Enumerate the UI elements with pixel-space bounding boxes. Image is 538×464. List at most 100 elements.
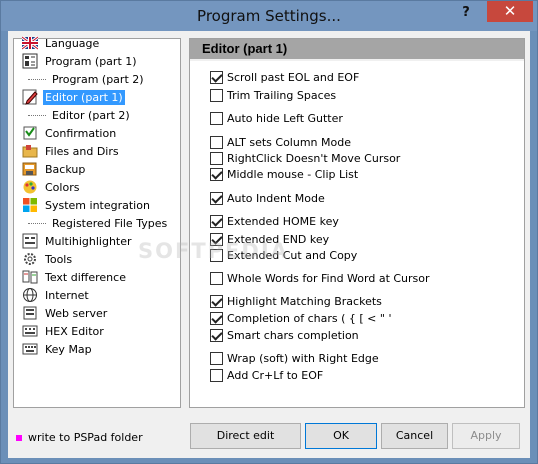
options-list: Scroll past EOL and EOF Trim Trailing Spa… bbox=[190, 61, 524, 407]
tree-item-label: Registered File Types bbox=[52, 216, 168, 230]
option-smart-chars-completion[interactable]: Smart chars completion bbox=[210, 327, 359, 343]
tree-item-label: Language bbox=[45, 36, 100, 50]
text-difference-icon bbox=[22, 269, 38, 285]
checkbox[interactable] bbox=[210, 70, 223, 84]
tree-item-label: Multihighlighter bbox=[45, 234, 132, 248]
checkbox[interactable] bbox=[210, 88, 223, 102]
web-server-icon bbox=[22, 305, 38, 321]
option-label: Add Cr+Lf to EOF bbox=[227, 368, 324, 382]
option-middle-mouse-clip-list[interactable]: Middle mouse - Clip List bbox=[210, 166, 358, 182]
checkbox[interactable] bbox=[210, 271, 223, 285]
panel-title: Editor (part 1) bbox=[190, 39, 524, 59]
title-bar[interactable]: Program Settings... ? ✕ bbox=[1, 1, 537, 31]
tree-item-label: Editor (part 2) bbox=[52, 108, 130, 122]
folder-note: write to PSPad folder bbox=[16, 431, 143, 444]
option-label: Wrap (soft) with Right Edge bbox=[227, 351, 379, 365]
tree-item-label: Colors bbox=[45, 180, 80, 194]
option-extended-home-key[interactable]: Extended HOME key bbox=[210, 213, 339, 229]
option-whole-words-for-find-word-at-cursor[interactable]: Whole Words for Find Word at Cursor bbox=[210, 270, 430, 286]
settings-panel: Editor (part 1) Scroll past EOL and EOF T… bbox=[189, 38, 525, 408]
tree-item-confirmation[interactable]: Confirmation bbox=[22, 124, 118, 142]
tree-item-multihighlighter[interactable]: Multihighlighter bbox=[22, 232, 134, 250]
option-alt-sets-column-mode[interactable]: ALT sets Column Mode bbox=[210, 134, 351, 150]
settings-category-tree[interactable]: Language Program (part 1) Program (part 2)… bbox=[13, 35, 181, 408]
option-label: Extended Cut and Copy bbox=[227, 248, 358, 262]
tree-item-language[interactable]: Language bbox=[21, 34, 101, 52]
tree-item-registered-file-types[interactable]: Registered File Types bbox=[22, 214, 169, 232]
tree-item-label: Program (part 2) bbox=[52, 72, 144, 86]
windows-logo-icon bbox=[22, 197, 38, 213]
option-trim-trailing-spaces[interactable]: Trim Trailing Spaces bbox=[210, 87, 336, 103]
option-auto-hide-left-gutter[interactable]: Auto hide Left Gutter bbox=[210, 110, 343, 126]
option-label: Middle mouse - Clip List bbox=[227, 167, 359, 181]
backup-icon bbox=[22, 161, 38, 177]
checkbox[interactable] bbox=[210, 328, 223, 342]
option-label: ALT sets Column Mode bbox=[227, 135, 351, 149]
multihighlighter-icon bbox=[22, 233, 38, 249]
option-add-cr-lf-to-eof[interactable]: Add Cr+Lf to EOF bbox=[210, 367, 323, 383]
checkbox[interactable] bbox=[210, 232, 223, 246]
option-auto-indent-mode[interactable]: Auto Indent Mode bbox=[210, 190, 325, 206]
checkbox[interactable] bbox=[210, 311, 223, 325]
folder-icon bbox=[22, 143, 38, 159]
gear-icon bbox=[22, 251, 38, 267]
option-label: Extended HOME key bbox=[227, 214, 339, 228]
apply-button[interactable]: Apply bbox=[452, 423, 520, 449]
tree-item-text-difference[interactable]: Text difference bbox=[22, 268, 128, 286]
confirmation-icon bbox=[22, 125, 38, 141]
colors-icon bbox=[22, 179, 38, 195]
option-label: RightClick Doesn't Move Cursor bbox=[227, 151, 401, 165]
tree-item-web-server[interactable]: Web server bbox=[22, 304, 109, 322]
tree-item-colors[interactable]: Colors bbox=[22, 178, 81, 196]
tree-item-label: Program (part 1) bbox=[45, 54, 137, 68]
tree-item-program-part-2[interactable]: Program (part 2) bbox=[22, 70, 146, 88]
tree-item-key-map[interactable]: Key Map bbox=[22, 340, 94, 358]
close-button[interactable]: ✕ bbox=[487, 1, 533, 22]
option-label: Auto Indent Mode bbox=[227, 191, 325, 205]
option-wrap-soft-with-right-edge[interactable]: Wrap (soft) with Right Edge bbox=[210, 350, 379, 366]
ok-button[interactable]: OK bbox=[305, 423, 377, 449]
tree-item-label: Files and Dirs bbox=[45, 144, 119, 158]
option-label: Scroll past EOL and EOF bbox=[227, 70, 360, 84]
checkbox[interactable] bbox=[210, 191, 223, 205]
checkbox[interactable] bbox=[210, 135, 223, 149]
option-extended-end-key[interactable]: Extended END key bbox=[210, 231, 329, 247]
tree-item-editor-part-2[interactable]: Editor (part 2) bbox=[22, 106, 132, 124]
tree-item-system-integration[interactable]: System integration bbox=[22, 196, 152, 214]
direct-edit-button[interactable]: Direct edit bbox=[190, 423, 301, 449]
checkbox[interactable] bbox=[210, 214, 223, 228]
tree-item-label: Backup bbox=[45, 162, 86, 176]
tree-item-tools[interactable]: Tools bbox=[22, 250, 74, 268]
tree-item-internet[interactable]: Internet bbox=[22, 286, 91, 304]
option-rightclick-doesn-t-move-cursor[interactable]: RightClick Doesn't Move Cursor bbox=[210, 150, 400, 166]
tree-item-label: Editor (part 1) bbox=[43, 89, 125, 105]
uk-flag-icon bbox=[21, 35, 39, 51]
globe-icon bbox=[22, 287, 38, 303]
option-highlight-matching-brackets[interactable]: Highlight Matching Brackets bbox=[210, 293, 382, 309]
tree-item-hex-editor[interactable]: HEX Editor bbox=[22, 322, 106, 340]
tree-item-backup[interactable]: Backup bbox=[22, 160, 87, 178]
checkbox[interactable] bbox=[210, 167, 223, 181]
tree-connector-line bbox=[28, 78, 46, 80]
help-button[interactable]: ? bbox=[453, 3, 479, 23]
checkbox[interactable] bbox=[210, 111, 223, 125]
tree-item-editor-part-1[interactable]: Editor (part 1) bbox=[22, 88, 125, 106]
option-completion-of-chars[interactable]: Completion of chars ( { [ < " ' bbox=[210, 310, 391, 326]
tree-item-label: HEX Editor bbox=[45, 324, 104, 338]
checkbox[interactable] bbox=[210, 351, 223, 365]
option-extended-cut-and-copy[interactable]: Extended Cut and Copy bbox=[210, 247, 357, 263]
option-label: Trim Trailing Spaces bbox=[227, 88, 337, 102]
tree-item-label: System integration bbox=[45, 198, 150, 212]
option-scroll-past-eol-and-eof[interactable]: Scroll past EOL and EOF bbox=[210, 69, 359, 85]
checkbox[interactable] bbox=[210, 151, 223, 165]
tree-item-files-and-dirs[interactable]: Files and Dirs bbox=[22, 142, 121, 160]
folder-note-text: write to PSPad folder bbox=[28, 431, 143, 444]
program-icon bbox=[22, 53, 38, 69]
checkbox[interactable] bbox=[210, 294, 223, 308]
checkbox[interactable] bbox=[210, 248, 223, 262]
tree-item-label: Web server bbox=[45, 306, 108, 320]
checkbox[interactable] bbox=[210, 368, 223, 382]
tree-item-program-part-1[interactable]: Program (part 1) bbox=[22, 52, 139, 70]
cancel-button[interactable]: Cancel bbox=[381, 423, 448, 449]
tree-connector-line bbox=[28, 114, 46, 116]
